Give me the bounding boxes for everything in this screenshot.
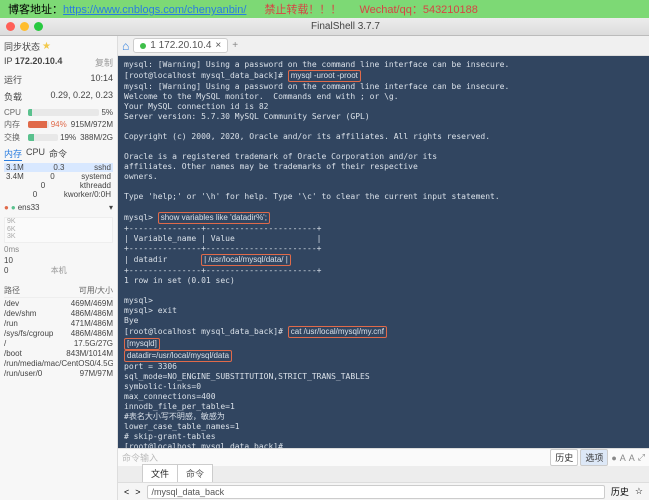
uptime-value: 10:14 <box>90 73 113 86</box>
disk-row: /sys/fs/cgroup486M/486M <box>4 328 113 338</box>
swap-label: 交换 <box>4 132 26 143</box>
terminal-output[interactable]: mysql: [Warning] Using a password on the… <box>118 56 649 448</box>
window-title: FinalShell 3.7.7 <box>48 21 643 32</box>
tab-files[interactable]: 文件 <box>142 464 178 482</box>
swap-val: 388M/2G <box>80 133 113 142</box>
session-tab[interactable]: 1 172.20.10.4 × <box>133 38 228 53</box>
minimize-icon[interactable] <box>20 22 29 31</box>
top-banner: 博客地址：https://www.cnblogs.com/chenyanbin/… <box>0 0 649 18</box>
load-label: 负载 <box>4 90 22 103</box>
mem-val: 915M/972M <box>71 120 113 129</box>
tab-commands[interactable]: 命令 <box>177 464 213 482</box>
no-repost-warning: 禁止转载！！！ <box>264 1 341 17</box>
proc-row[interactable]: 3.4M0systemd <box>4 172 113 181</box>
net-iface: ens33 <box>18 203 40 212</box>
options-button[interactable]: 选项 <box>580 449 608 466</box>
home-icon[interactable]: ⌂ <box>122 39 129 53</box>
proc-row[interactable]: 0kthreadd <box>4 181 113 190</box>
ip-label: IP <box>4 56 12 66</box>
maximize-icon[interactable] <box>34 22 43 31</box>
mem-label: 内存 <box>4 119 26 130</box>
sync-status-label: 同步状态 <box>4 40 40 53</box>
disk-row: /run471M/486M <box>4 318 113 328</box>
bookmark-icon[interactable]: ☆ <box>635 486 643 497</box>
sidebar-panel: 同步状态 ★ IP 172.20.10.4 复制 运行 10:14 负载 0.29, … <box>0 36 118 500</box>
disk-row: /run/media/mac/CentOS0/4.5G <box>4 358 113 368</box>
path-input[interactable]: /mysql_data_back <box>147 485 605 499</box>
file-tabs: 文件 命令 <box>118 466 649 482</box>
uptime-label: 运行 <box>4 73 22 86</box>
load-value: 0.29, 0.22, 0.23 <box>50 90 113 103</box>
tab-label: 1 172.20.10.4 <box>150 40 211 51</box>
disk-row: /dev/shm486M/486M <box>4 308 113 318</box>
disk-row: /run/user/097M/97M <box>4 368 113 378</box>
history-dropdown[interactable]: 历史 <box>611 485 629 498</box>
file-nav: < > /mysql_data_back 历史 ☆ <box>118 482 649 500</box>
blog-label: 博客地址： <box>8 4 63 16</box>
forward-button[interactable]: > <box>135 487 140 497</box>
mem-pct: 94% <box>51 120 67 129</box>
blog-url[interactable]: https://www.cnblogs.com/chenyanbin/ <box>63 4 246 16</box>
proc-row[interactable]: 0kworker/0:0H <box>4 190 113 199</box>
add-tab-button[interactable]: + <box>232 40 238 51</box>
tab-memory[interactable]: 内存 <box>4 147 22 161</box>
disk-row: /boot843M/1014M <box>4 348 113 358</box>
close-tab-icon[interactable]: × <box>215 40 221 51</box>
fullscreen-icon[interactable]: ⤢ <box>638 452 645 463</box>
window-titlebar: FinalShell 3.7.7 <box>0 18 649 36</box>
local-label: 本机 <box>51 266 67 275</box>
history-button[interactable]: 历史 <box>550 449 578 466</box>
tab-cpu[interactable]: CPU <box>26 147 45 161</box>
copy-button[interactable]: 复制 <box>95 56 113 69</box>
disk-path-header: 路径 <box>4 285 20 296</box>
disk-size-header: 可用/大小 <box>79 285 113 296</box>
dot-icon[interactable]: ● <box>611 453 616 463</box>
contact-id: 543210188 <box>423 4 478 16</box>
contact-label: Wechat/qq： <box>359 4 422 16</box>
cpu-label: CPU <box>4 108 26 117</box>
ip-value: 172.20.10.4 <box>15 56 63 66</box>
disk-row: /17.5G/27G <box>4 338 113 348</box>
disk-row: /dev469M/469M <box>4 298 113 308</box>
close-icon[interactable] <box>6 22 15 31</box>
tab-cmd[interactable]: 命令 <box>49 147 67 161</box>
proc-row[interactable]: 3.1M0.3sshd <box>4 163 113 172</box>
font-bigger-icon[interactable]: A <box>629 453 635 463</box>
cpu-pct: 5% <box>101 108 113 117</box>
font-smaller-icon[interactable]: A <box>620 453 626 463</box>
star-icon[interactable]: ★ <box>42 41 51 52</box>
status-bullet-icon <box>140 43 146 49</box>
command-input[interactable]: 命令输入 <box>122 451 548 464</box>
net-graph: 9K 6K 3K <box>4 217 113 243</box>
tab-bar: ⌂ 1 172.20.10.4 × + <box>118 36 649 56</box>
back-button[interactable]: < <box>124 487 129 497</box>
swap-pct: 19% <box>60 133 76 142</box>
